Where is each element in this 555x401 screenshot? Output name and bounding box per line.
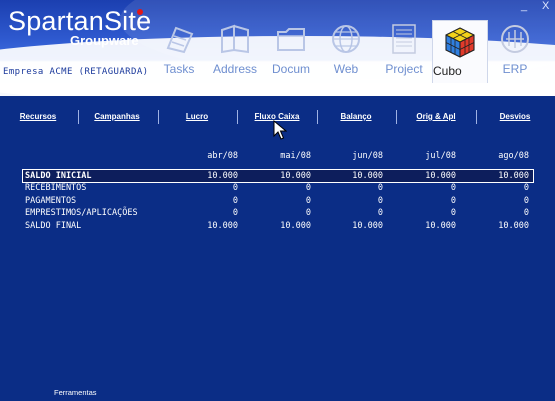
tab-separator xyxy=(78,110,79,124)
close-button[interactable]: X xyxy=(542,0,549,12)
cash-flow-table: abr/08 mai/08 jun/08 jul/08 ago/08 SALDO… xyxy=(22,150,534,233)
address-book-icon xyxy=(221,24,249,54)
tasks-icon xyxy=(166,26,194,54)
tab-campanhas[interactable]: Campanhas xyxy=(83,108,151,126)
table-cell: 10.000 xyxy=(498,170,529,181)
header-banner: SpartanSite Groupware Empresa ACME (RETA… xyxy=(0,0,555,96)
logo-dot xyxy=(137,9,143,15)
table-cell: 0 xyxy=(377,208,383,218)
tab-lucro[interactable]: Lucro xyxy=(163,108,231,126)
tab-separator xyxy=(237,110,238,124)
column-header: jun/08 xyxy=(352,151,383,161)
app-logo-subtitle: Groupware xyxy=(70,33,139,48)
table-row[interactable]: RECEBIMENTOS 0 0 0 0 0 xyxy=(23,182,533,195)
table-cell: 10.000 xyxy=(280,220,311,231)
table-cell: 0 xyxy=(450,208,456,218)
column-header: ago/08 xyxy=(498,151,529,161)
table-cell: 0 xyxy=(232,183,238,193)
table-cell: 10.000 xyxy=(498,220,529,231)
tab-separator xyxy=(158,110,159,124)
table-cell: 10.000 xyxy=(352,170,383,181)
mouse-cursor-icon xyxy=(273,120,287,140)
tab-desvios[interactable]: Desvios xyxy=(481,108,549,126)
table-cell: 0 xyxy=(450,195,456,206)
tab-separator xyxy=(317,110,318,124)
nav-erp[interactable]: ERP xyxy=(487,22,543,76)
table-cell: 0 xyxy=(523,195,529,206)
tools-link[interactable]: Ferramentas xyxy=(54,388,97,397)
nav-erp-label: ERP xyxy=(502,62,528,76)
table-cell: 0 xyxy=(523,208,529,218)
nav-web[interactable]: Web xyxy=(318,22,374,76)
table-cell: 0 xyxy=(523,183,529,193)
table-cell: 0 xyxy=(377,195,383,206)
nav-project-label: Project xyxy=(385,62,423,76)
project-icon xyxy=(392,24,416,54)
table-header: abr/08 mai/08 jun/08 jul/08 ago/08 xyxy=(23,150,533,163)
table-row[interactable]: EMPRESTIMOS/APLICAÇÕES 0 0 0 0 0 xyxy=(23,207,533,220)
table-cell: 0 xyxy=(305,208,311,218)
table-cell: 10.000 xyxy=(352,220,383,231)
nav-address-label: Address xyxy=(212,62,258,76)
nav-cubo[interactable]: Cubo xyxy=(432,20,488,83)
nav-web-label: Web xyxy=(333,62,359,76)
table-cell: 0 xyxy=(305,183,311,193)
nav-docum[interactable]: Docum xyxy=(263,22,319,76)
erp-icon xyxy=(501,25,529,53)
nav-tasks-label: Tasks xyxy=(163,62,195,76)
table-cell: 0 xyxy=(450,183,456,193)
cube-icon xyxy=(445,27,475,58)
globe-icon xyxy=(332,25,360,53)
row-label: PAGAMENTOS xyxy=(25,195,77,206)
column-header: jul/08 xyxy=(425,151,456,161)
row-label: EMPRESTIMOS/APLICAÇÕES xyxy=(25,208,138,218)
table-cell: 0 xyxy=(232,208,238,218)
table-cell: 0 xyxy=(232,195,238,206)
tab-balanco[interactable]: Balanço xyxy=(322,108,390,126)
row-label: SALDO FINAL xyxy=(25,220,82,231)
tab-orig-apl[interactable]: Orig & Apl xyxy=(401,108,471,126)
table-cell: 10.000 xyxy=(207,220,238,231)
tab-separator xyxy=(476,110,477,124)
nav-docum-label: Docum xyxy=(271,62,310,76)
nav-cubo-label: Cubo xyxy=(433,64,462,78)
nav-project[interactable]: Project xyxy=(376,22,432,76)
table-row[interactable]: PAGAMENTOS 0 0 0 0 0 xyxy=(23,195,533,208)
table-row[interactable]: SALDO INICIAL 10.000 10.000 10.000 10.00… xyxy=(22,168,534,183)
table-cell: 0 xyxy=(305,195,311,206)
table-cell: 10.000 xyxy=(425,170,456,181)
row-label: RECEBIMENTOS xyxy=(25,183,87,193)
table-row[interactable]: SALDO FINAL 10.000 10.000 10.000 10.000 … xyxy=(23,220,533,233)
table-cell: 0 xyxy=(377,183,383,193)
tab-separator xyxy=(396,110,397,124)
tab-recursos[interactable]: Recursos xyxy=(5,108,71,126)
nav-tasks[interactable]: Tasks xyxy=(151,22,207,76)
minimize-button[interactable]: _ xyxy=(521,0,527,12)
table-cell: 10.000 xyxy=(425,220,456,231)
table-cell: 10.000 xyxy=(207,170,238,181)
nav-address[interactable]: Address xyxy=(207,22,263,76)
column-header: abr/08 xyxy=(207,151,238,161)
row-label: SALDO INICIAL xyxy=(25,170,92,181)
table-cell: 10.000 xyxy=(280,170,311,181)
documents-icon xyxy=(277,28,305,51)
company-label: Empresa ACME (RETAGUARDA) xyxy=(3,67,149,77)
column-header: mai/08 xyxy=(280,151,311,161)
